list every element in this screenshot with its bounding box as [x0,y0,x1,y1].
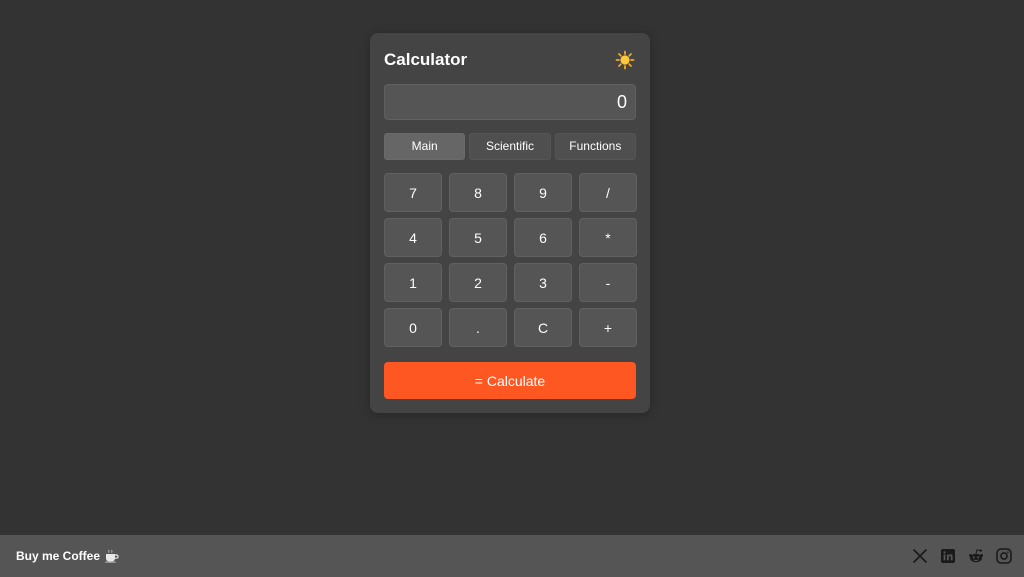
key-add[interactable]: + [579,308,637,347]
keypad: 7 8 9 / 4 5 6 * 1 2 3 - 0 . C + [384,173,637,347]
x-link[interactable] [912,548,928,564]
key-8[interactable]: 8 [449,173,507,212]
linkedin-link[interactable] [940,548,956,564]
sun-icon [615,50,635,70]
social-links [912,535,1012,577]
key-0[interactable]: 0 [384,308,442,347]
theme-toggle-button[interactable] [612,47,638,73]
instagram-icon [996,548,1012,564]
x-icon [913,549,927,563]
key-decimal[interactable]: . [449,308,507,347]
linkedin-icon [941,549,955,563]
calculator-card: Calculator 0 Main Scientific Functions 7… [370,33,650,413]
key-clear[interactable]: C [514,308,572,347]
key-subtract[interactable]: - [579,263,637,302]
footer: Buy me Coffee [0,535,1024,577]
key-4[interactable]: 4 [384,218,442,257]
calculator-title: Calculator [384,50,468,69]
key-2[interactable]: 2 [449,263,507,302]
key-divide[interactable]: / [579,173,637,212]
instagram-link[interactable] [996,548,1012,564]
tab-functions[interactable]: Functions [554,133,636,160]
key-3[interactable]: 3 [514,263,572,302]
key-5[interactable]: 5 [449,218,507,257]
tab-main[interactable]: Main [384,133,466,160]
reddit-link[interactable] [968,548,984,564]
calculator-display[interactable]: 0 [384,84,636,120]
mode-tabs: Main Scientific Functions [384,133,636,160]
key-7[interactable]: 7 [384,173,442,212]
app-root: Calculator 0 Main Scientific Functions 7… [0,0,1024,577]
reddit-icon [969,549,983,563]
coffee-cup-icon [105,549,119,563]
key-6[interactable]: 6 [514,218,572,257]
tab-scientific[interactable]: Scientific [469,133,551,160]
key-multiply[interactable]: * [579,218,637,257]
key-9[interactable]: 9 [514,173,572,212]
buy-me-coffee-label: Buy me Coffee [16,549,101,563]
key-1[interactable]: 1 [384,263,442,302]
buy-me-coffee-link[interactable]: Buy me Coffee [16,535,120,577]
calculate-button[interactable]: = Calculate [384,362,636,399]
